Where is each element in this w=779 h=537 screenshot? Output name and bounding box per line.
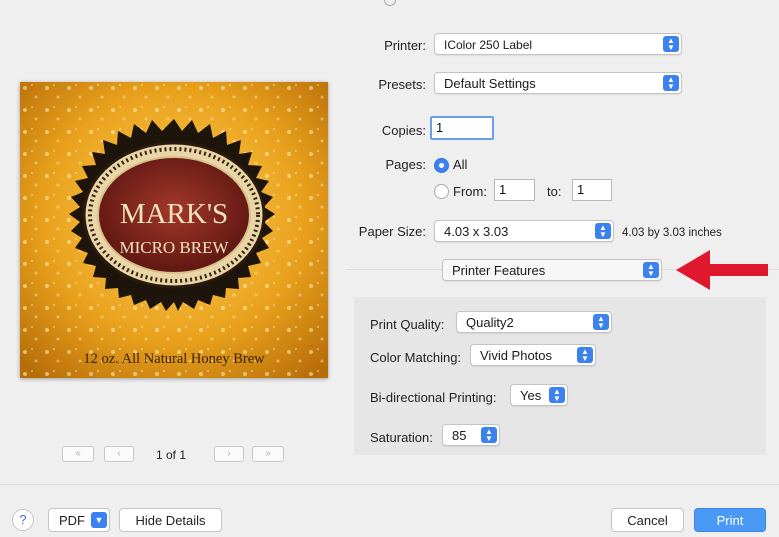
print-button[interactable]: Print xyxy=(694,508,766,532)
next-page-button[interactable]: › xyxy=(214,446,244,462)
copies-label: Copies: xyxy=(381,123,426,138)
first-page-button[interactable]: « xyxy=(62,446,94,462)
bidirectional-value: Yes xyxy=(520,388,542,403)
saturation-value: 85 xyxy=(452,428,467,443)
saturation-label: Saturation: xyxy=(370,430,433,445)
prev-page-button[interactable]: ‹ xyxy=(104,446,134,462)
chevron-down-icon: ▼ xyxy=(91,512,107,528)
color-matching-value: Vivid Photos xyxy=(480,348,553,363)
presets-value: Default Settings xyxy=(444,76,536,91)
color-matching-label: Color Matching: xyxy=(370,350,462,365)
stepper-arrows-icon: ▲ ▼ xyxy=(663,36,679,52)
presets-label: Presets: xyxy=(378,77,426,92)
label-title-line2: MICRO BREW xyxy=(119,238,229,257)
cancel-button[interactable]: Cancel xyxy=(611,508,684,532)
help-button[interactable]: ? xyxy=(12,509,34,531)
pages-all-radio[interactable] xyxy=(434,158,449,173)
stepper-arrows-icon: ▲ ▼ xyxy=(663,75,679,91)
pdf-button[interactable]: PDF ▼ xyxy=(48,508,110,532)
paper-size-label: Paper Size: xyxy=(358,224,426,239)
print-preview: MARK'S MICRO BREW 12 oz. All Natural Hon… xyxy=(20,82,328,378)
printer-value: IColor 250 Label xyxy=(444,38,533,52)
printer-label: Printer: xyxy=(384,38,426,53)
help-icon: ? xyxy=(19,512,27,527)
bidirectional-popup[interactable]: Yes ▲ ▼ xyxy=(510,384,568,406)
pages-to-input[interactable]: 1 xyxy=(572,179,612,201)
last-page-icon: » xyxy=(265,448,271,459)
stepper-arrows-icon: ▲ ▼ xyxy=(481,427,497,443)
bidirectional-label: Bi-directional Printing: xyxy=(370,390,497,405)
print-quality-popup[interactable]: Quality2 ▲ ▼ xyxy=(456,311,612,333)
print-quality-value: Quality2 xyxy=(466,315,514,330)
first-page-icon: « xyxy=(75,448,81,459)
pdf-label: PDF xyxy=(59,513,85,528)
pages-from-input[interactable]: 1 xyxy=(494,179,535,201)
stepper-arrows-icon: ▲ ▼ xyxy=(577,347,593,363)
paper-size-value: 4.03 x 3.03 xyxy=(444,224,509,239)
print-quality-label: Print Quality: xyxy=(370,317,445,332)
paper-size-description: 4.03 by 3.03 inches xyxy=(622,227,722,239)
color-matching-popup[interactable]: Vivid Photos ▲ ▼ xyxy=(470,344,596,366)
red-arrow-icon xyxy=(676,250,768,290)
printer-popup[interactable]: IColor 250 Label ▲ ▼ xyxy=(434,33,682,55)
footer-divider xyxy=(0,484,779,485)
label-tagline: 12 oz. All Natural Honey Brew xyxy=(83,351,265,367)
saturation-popup[interactable]: 85 ▲ ▼ xyxy=(442,424,500,446)
last-page-button[interactable]: » xyxy=(252,446,284,462)
next-page-icon: › xyxy=(227,448,231,459)
presets-popup[interactable]: Default Settings ▲ ▼ xyxy=(434,72,682,94)
section-popup[interactable]: Printer Features ▲ ▼ xyxy=(442,259,662,281)
pages-all-label: All xyxy=(453,157,468,172)
stepper-arrows-icon: ▲ ▼ xyxy=(593,314,609,330)
pages-to-label: to: xyxy=(547,184,562,199)
page-indicator: 1 of 1 xyxy=(156,448,187,462)
paper-size-popup[interactable]: 4.03 x 3.03 ▲ ▼ xyxy=(434,220,614,242)
prev-page-icon: ‹ xyxy=(117,448,121,459)
section-value: Printer Features xyxy=(452,263,546,278)
stepper-arrows-icon: ▲ ▼ xyxy=(549,387,565,403)
stepper-arrows-icon: ▲ ▼ xyxy=(595,223,611,239)
hide-details-button[interactable]: Hide Details xyxy=(119,508,222,532)
pages-label: Pages: xyxy=(385,157,426,172)
pages-range-radio[interactable] xyxy=(434,184,449,199)
label-title-line1: MARK'S xyxy=(120,198,228,230)
stepper-arrows-icon: ▲ ▼ xyxy=(643,262,659,278)
copies-input[interactable]: 1 xyxy=(430,116,494,140)
label-artwork: MARK'S MICRO BREW 12 oz. All Natural Hon… xyxy=(20,82,328,378)
window-top-ornament xyxy=(384,0,396,6)
pages-from-label: From: xyxy=(453,184,487,199)
